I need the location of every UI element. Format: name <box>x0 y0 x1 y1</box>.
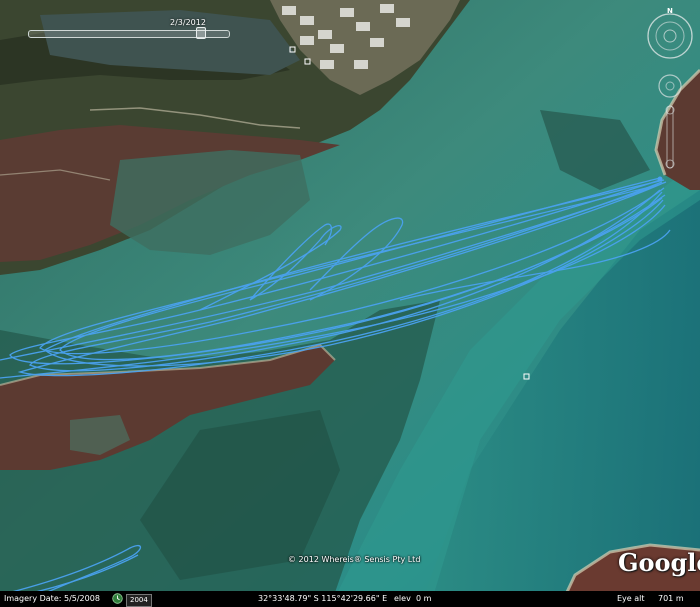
look-joystick-icon[interactable] <box>663 29 677 43</box>
eye-altitude-value: 701 m <box>658 594 684 603</box>
cursor-coordinates: 32°33'48.79" S 115°42'29.66" E <box>258 594 388 603</box>
history-year-button[interactable]: 2004 <box>126 594 152 607</box>
time-slider-date: 2/3/2012 <box>170 18 206 27</box>
google-logo: Google <box>618 548 700 577</box>
satellite-map[interactable] <box>0 0 700 607</box>
elevation-value: 0 m <box>416 594 432 603</box>
history-clock-icon[interactable] <box>112 593 123 604</box>
status-bar: Imagery Date: 5/5/2008 2004 32°33'48.79"… <box>0 591 700 607</box>
imagery-date: Imagery Date: 5/5/2008 <box>4 594 100 603</box>
elevation-label: elev <box>394 594 411 603</box>
svg-text:N: N <box>667 7 673 15</box>
move-joystick-icon[interactable] <box>658 74 682 98</box>
eye-altitude-label: Eye alt <box>617 594 645 603</box>
navigation-controls[interactable]: N <box>646 6 694 176</box>
time-slider[interactable]: 2/3/2012 <box>24 18 230 44</box>
time-slider-thumb[interactable] <box>196 27 206 39</box>
map-viewport[interactable]: 2/3/2012 N © 2012 Whereis® Sensis Pty Lt… <box>0 0 700 607</box>
map-copyright: © 2012 Whereis® Sensis Pty Ltd <box>288 555 421 564</box>
zoom-slider-icon[interactable] <box>665 105 675 169</box>
compass-icon[interactable]: N <box>647 7 693 59</box>
